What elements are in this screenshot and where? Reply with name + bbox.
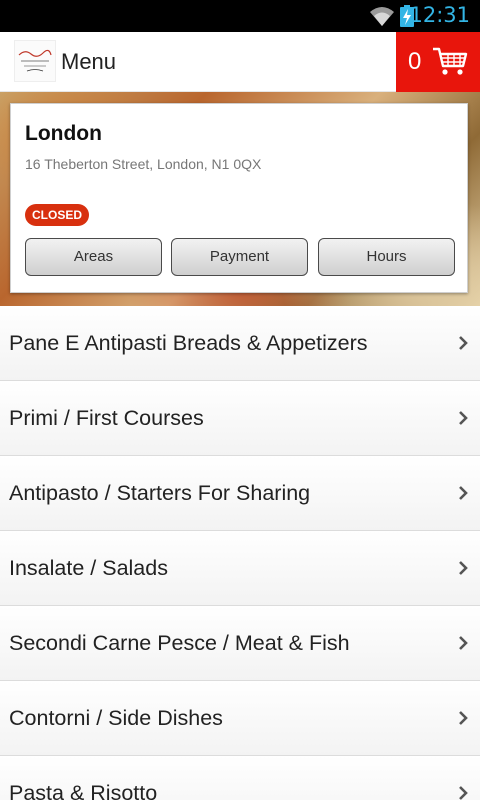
menu-category-list: Pane E Antipasti Breads & Appetizers Pri… — [0, 306, 480, 800]
category-label: Insalate / Salads — [9, 556, 168, 580]
status-clock: 12:31 — [409, 3, 470, 27]
restaurant-info-card: London 16 Theberton Street, London, N1 0… — [10, 103, 468, 293]
hours-button[interactable]: Hours — [318, 238, 455, 276]
list-item[interactable]: Insalate / Salads — [0, 531, 480, 606]
chevron-right-icon — [458, 410, 468, 431]
list-item[interactable]: Antipasto / Starters For Sharing — [0, 456, 480, 531]
restaurant-logo[interactable] — [14, 40, 56, 82]
status-badge: CLOSED — [25, 204, 90, 226]
chevron-right-icon — [458, 560, 468, 581]
category-label: Pasta & Risotto — [9, 781, 158, 800]
list-item[interactable]: Primi / First Courses — [0, 381, 480, 456]
category-label: Contorni / Side Dishes — [9, 706, 223, 730]
cart-count: 0 — [408, 48, 422, 75]
chevron-right-icon — [458, 635, 468, 656]
restaurant-location: London — [25, 122, 102, 145]
category-label: Secondi Carne Pesce / Meat & Fish — [9, 631, 350, 655]
page-title: Menu — [61, 49, 117, 74]
shopping-cart-icon — [432, 46, 468, 81]
cart-button[interactable]: 0 — [396, 32, 480, 92]
chevron-right-icon — [458, 785, 468, 800]
wifi-icon — [369, 5, 395, 32]
list-item[interactable]: Pane E Antipasti Breads & Appetizers — [0, 306, 480, 381]
chevron-right-icon — [458, 710, 468, 731]
payment-button[interactable]: Payment — [171, 238, 308, 276]
list-item[interactable]: Pasta & Risotto — [0, 756, 480, 800]
areas-button[interactable]: Areas — [25, 238, 162, 276]
list-item[interactable]: Contorni / Side Dishes — [0, 681, 480, 756]
chevron-right-icon — [458, 335, 468, 356]
category-label: Primi / First Courses — [9, 406, 204, 430]
category-label: Pane E Antipasti Breads & Appetizers — [9, 331, 368, 355]
status-bar: 12:31 — [0, 0, 480, 32]
restaurant-address: 16 Theberton Street, London, N1 0QX — [25, 156, 262, 172]
list-item[interactable]: Secondi Carne Pesce / Meat & Fish — [0, 606, 480, 681]
app-bar: Menu 0 — [0, 32, 480, 92]
category-label: Antipasto / Starters For Sharing — [9, 481, 311, 505]
chevron-right-icon — [458, 485, 468, 506]
